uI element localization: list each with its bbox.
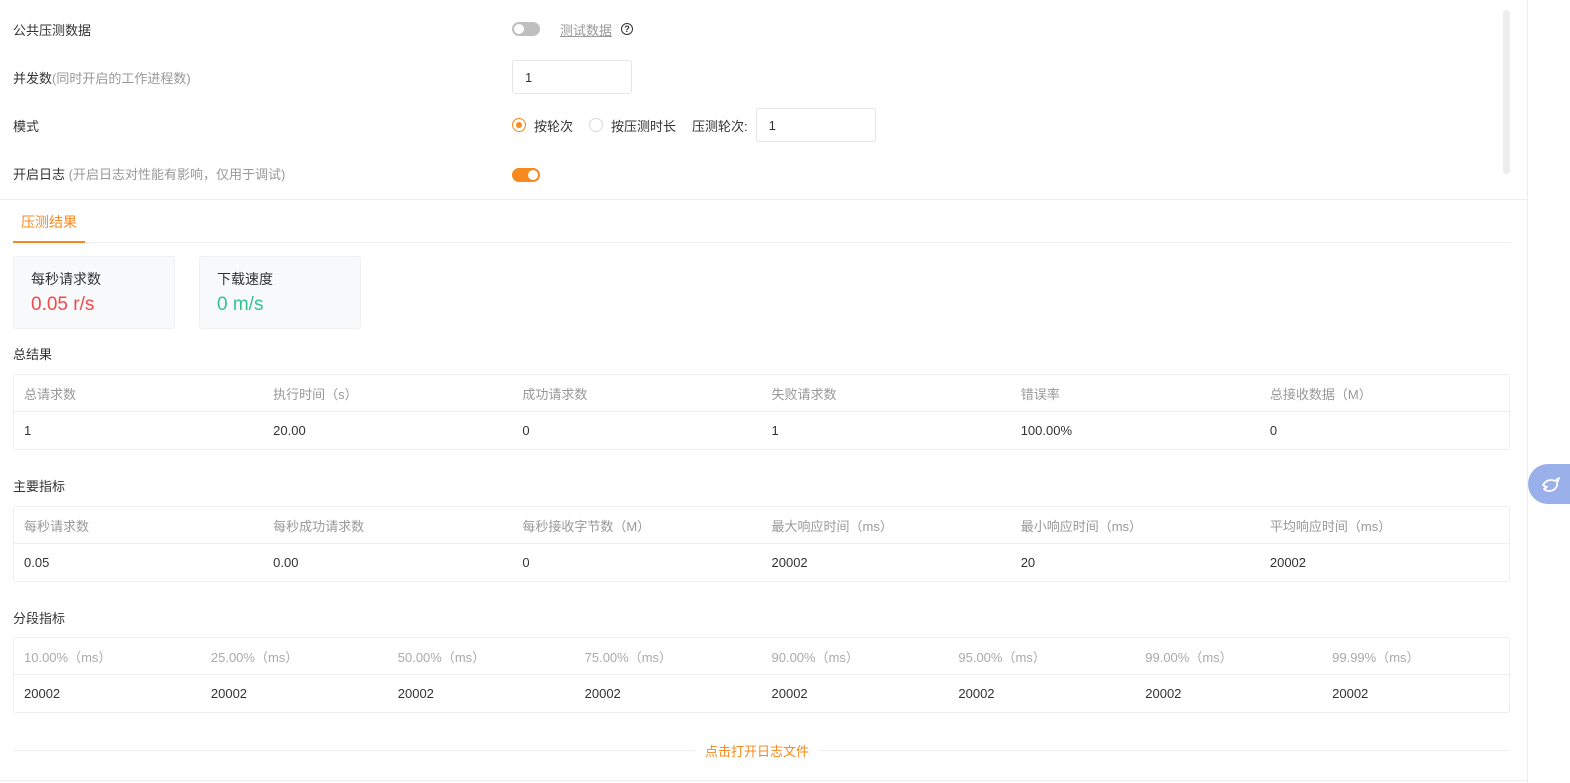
test-data-link[interactable]: 测试数据 <box>560 20 612 39</box>
open-log-divider: 点击打开日志文件 <box>13 738 1510 762</box>
switch-knob <box>528 170 538 180</box>
table-header: 95.00%（ms） <box>958 649 1046 665</box>
mode-radio-duration[interactable]: 按压测时长 <box>589 116 676 135</box>
table-header: 最小响应时间（ms） <box>1020 518 1143 534</box>
download-card-value: 0 m/s <box>217 294 264 315</box>
concurrency-row: 并发数(同时开启的工作进程数) <box>13 62 191 92</box>
summary-table: 总请求数 执行时间（s） 成功请求数 失败请求数 错误率 总接收数据（M） 1 … <box>13 374 1510 450</box>
table-cell: 20.00 <box>273 423 306 438</box>
public-data-switch[interactable] <box>512 22 540 36</box>
download-card-title: 下载速度 <box>217 271 273 287</box>
table-header: 50.00%（ms） <box>397 649 486 665</box>
log-switch[interactable] <box>512 168 540 182</box>
bottom-border <box>0 780 1527 781</box>
table-cell: 0.05 <box>24 555 50 570</box>
table-header: 每秒成功请求数 <box>273 518 365 534</box>
table-header: 每秒请求数 <box>24 518 90 534</box>
rps-card-title: 每秒请求数 <box>31 271 101 287</box>
concurrency-input[interactable]: 1 <box>512 60 632 94</box>
table-header: 平均响应时间（ms） <box>1269 518 1392 534</box>
radio-label: 按压测时长 <box>611 118 677 134</box>
settings-scrollbar[interactable] <box>1503 10 1510 174</box>
public-data-row: 公共压测数据 <box>13 14 91 44</box>
table-header: 99.00%（ms） <box>1145 649 1233 665</box>
table-header: 成功请求数 <box>522 386 588 402</box>
table-cell: 20002 <box>1332 686 1369 701</box>
help-icon[interactable]: ? <box>621 23 634 35</box>
table-header: 最大响应时间（ms） <box>771 518 893 534</box>
table-cell: 20002 <box>1269 555 1307 570</box>
rps-card: 每秒请求数 0.05 r/s <box>13 256 175 329</box>
table-row: 1 20.00 0 1 100.00% 0 <box>14 412 1509 449</box>
table-cell: 20002 <box>210 686 248 701</box>
percentiles-table: 10.00%（ms） 25.00%（ms） 50.00%（ms） 75.00%（… <box>13 637 1510 713</box>
table-cell: 20002 <box>397 686 434 701</box>
table-cell: 0.00 <box>273 555 299 570</box>
table-header: 25.00%（ms） <box>210 649 299 665</box>
table-cell: 20002 <box>771 555 808 570</box>
rps-card-value: 0.05 r/s <box>31 294 95 315</box>
mode-row: 模式 <box>13 110 39 140</box>
table-cell: 1 <box>771 423 779 438</box>
table-header: 10.00%（ms） <box>24 649 112 665</box>
tab-results[interactable]: 压测结果 <box>13 203 85 243</box>
summary-title: 总结果 <box>13 347 53 362</box>
table-row: 0.05 0.00 0 20002 20 20002 <box>14 544 1509 581</box>
table-cell: 0 <box>522 423 530 438</box>
table-cell: 0 <box>1269 423 1278 438</box>
rounds-input[interactable]: 1 <box>755 108 876 142</box>
table-cell: 1 <box>24 423 32 438</box>
right-pane-border <box>1527 0 1528 783</box>
switch-knob <box>514 24 524 34</box>
table-cell: 20 <box>1020 555 1036 570</box>
table-header-row: 总请求数 执行时间（s） 成功请求数 失败请求数 错误率 总接收数据（M） <box>14 375 1509 412</box>
table-header-row: 10.00%（ms） 25.00%（ms） 50.00%（ms） 75.00%（… <box>14 638 1509 675</box>
table-cell: 20002 <box>584 686 621 701</box>
download-card: 下载速度 0 m/s <box>199 256 361 329</box>
table-row: 20002 20002 20002 20002 20002 20002 2000… <box>14 675 1509 712</box>
table-header: 总接收数据（M） <box>1269 386 1372 402</box>
table-cell: 20002 <box>958 686 995 701</box>
concurrency-label: 并发数(同时开启的工作进程数) <box>13 70 191 86</box>
main-metrics-title: 主要指标 <box>13 479 66 494</box>
table-cell: 0 <box>522 555 530 570</box>
settings-panel: 公共压测数据 测试数据 ? 并发数(同时开启的工作进程数) 1 模式 按轮次 按… <box>0 0 1527 200</box>
assistant-float-button[interactable] <box>1528 464 1570 504</box>
percentiles-title: 分段指标 <box>13 611 66 626</box>
log-controls <box>512 158 540 192</box>
table-cell: 20002 <box>24 686 61 701</box>
table-cell: 20002 <box>1145 686 1182 701</box>
main-metrics-table: 每秒请求数 每秒成功请求数 每秒接收字节数（M） 最大响应时间（ms） 最小响应… <box>13 506 1510 582</box>
table-header: 90.00%（ms） <box>771 649 859 665</box>
table-header: 每秒接收字节数（M） <box>522 518 651 534</box>
table-cell: 20002 <box>771 686 808 701</box>
radio-dot <box>589 118 604 132</box>
bird-icon <box>1542 477 1560 492</box>
log-hint: (开启日志对性能有影响，仅用于调试) <box>65 166 286 182</box>
log-label: 开启日志 (开启日志对性能有影响，仅用于调试) <box>13 166 286 182</box>
table-header: 失败请求数 <box>771 386 837 402</box>
mode-radio-rounds[interactable]: 按轮次 <box>512 116 573 135</box>
table-header: 执行时间（s） <box>273 386 358 402</box>
public-data-controls: 测试数据 ? <box>512 12 634 46</box>
open-log-link[interactable]: 点击打开日志文件 <box>695 741 820 760</box>
rounds-label: 压测轮次: <box>692 118 748 134</box>
public-data-label: 公共压测数据 <box>13 22 92 38</box>
concurrency-hint: (同时开启的工作进程数) <box>52 70 191 86</box>
result-tabs: 压测结果 <box>13 203 1510 243</box>
table-header: 总请求数 <box>24 386 77 402</box>
mode-controls: 按轮次 按压测时长 压测轮次: 1 <box>512 108 876 142</box>
table-header: 75.00%（ms） <box>584 649 673 665</box>
radio-label: 按轮次 <box>534 118 574 134</box>
table-header: 99.99%（ms） <box>1332 649 1420 665</box>
table-cell: 100.00% <box>1020 423 1073 438</box>
table-header-row: 每秒请求数 每秒成功请求数 每秒接收字节数（M） 最大响应时间（ms） 最小响应… <box>14 507 1509 544</box>
concurrency-controls: 1 <box>512 60 632 94</box>
mode-label: 模式 <box>13 118 40 134</box>
radio-dot <box>512 118 526 132</box>
log-row: 开启日志 (开启日志对性能有影响，仅用于调试) <box>13 158 285 188</box>
table-header: 错误率 <box>1020 386 1060 402</box>
